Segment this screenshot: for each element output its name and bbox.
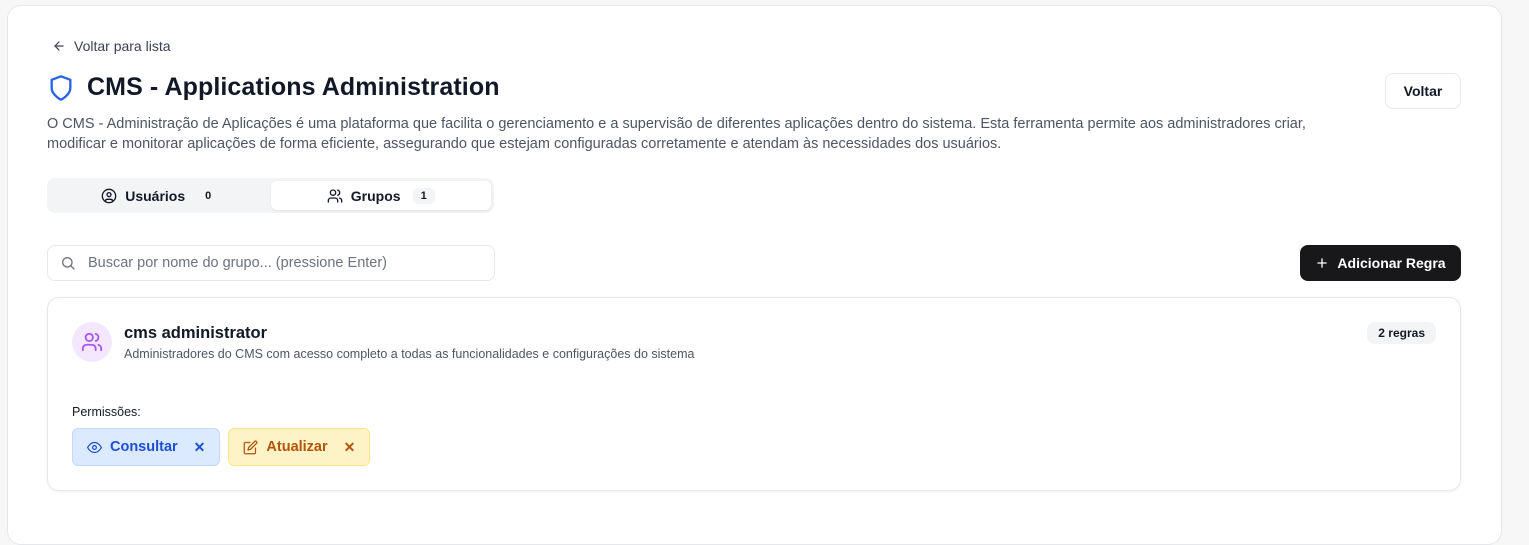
users-icon <box>327 188 343 203</box>
search-box <box>47 245 495 281</box>
group-name: cms administrator <box>124 324 268 342</box>
tab-usuarios[interactable]: Usuários 0 <box>50 181 271 210</box>
user-circle-icon <box>101 188 117 203</box>
arrow-left-icon <box>54 41 64 51</box>
remove-permission-atualizar-icon[interactable]: ✕ <box>344 439 356 456</box>
tab-grupos-label: Grupos <box>350 187 401 204</box>
eye-icon <box>87 441 102 453</box>
tab-grupos[interactable]: Grupos 1 <box>270 181 491 210</box>
permission-chip-consultar: Consultar ✕ <box>72 428 221 466</box>
permission-label: Consultar <box>110 439 178 455</box>
tabs: Usuários 0 Grupos 1 <box>47 178 494 213</box>
permissions-list: Consultar ✕ Atualizar ✕ <box>72 428 371 466</box>
search-input[interactable] <box>88 255 494 271</box>
permissions-label: Permissões: <box>72 405 141 419</box>
group-card: cms administrator Administradores do CMS… <box>47 297 1461 491</box>
tab-usuarios-count: 0 <box>205 189 212 202</box>
users-icon <box>81 332 103 352</box>
voltar-button[interactable]: Voltar <box>1385 73 1461 109</box>
plus-icon <box>1317 258 1328 268</box>
page-title: CMS - Applications Administration <box>87 73 500 101</box>
add-rule-button[interactable]: Adicionar Regra <box>1300 245 1461 281</box>
rules-count-badge: 2 regras <box>1367 322 1436 344</box>
group-description: Administradores do CMS com acesso comple… <box>124 347 695 361</box>
group-avatar <box>72 322 112 362</box>
tab-grupos-count: 1 <box>412 187 435 204</box>
permission-label: Atualizar <box>266 439 328 455</box>
remove-permission-consultar-icon[interactable]: ✕ <box>194 439 206 456</box>
permission-chip-atualizar: Atualizar ✕ <box>228 428 371 466</box>
search-icon <box>61 257 75 270</box>
page-header: CMS - Applications Administration <box>47 73 500 102</box>
add-rule-label: Adicionar Regra <box>1337 255 1446 271</box>
tab-usuarios-label: Usuários <box>125 187 186 204</box>
back-to-list-link[interactable]: Voltar para lista <box>52 38 171 54</box>
shield-icon <box>50 74 72 101</box>
page-description: O CMS - Administração de Aplicações é um… <box>47 116 1306 152</box>
edit-icon <box>244 440 258 454</box>
back-link-label: Voltar para lista <box>74 38 171 54</box>
